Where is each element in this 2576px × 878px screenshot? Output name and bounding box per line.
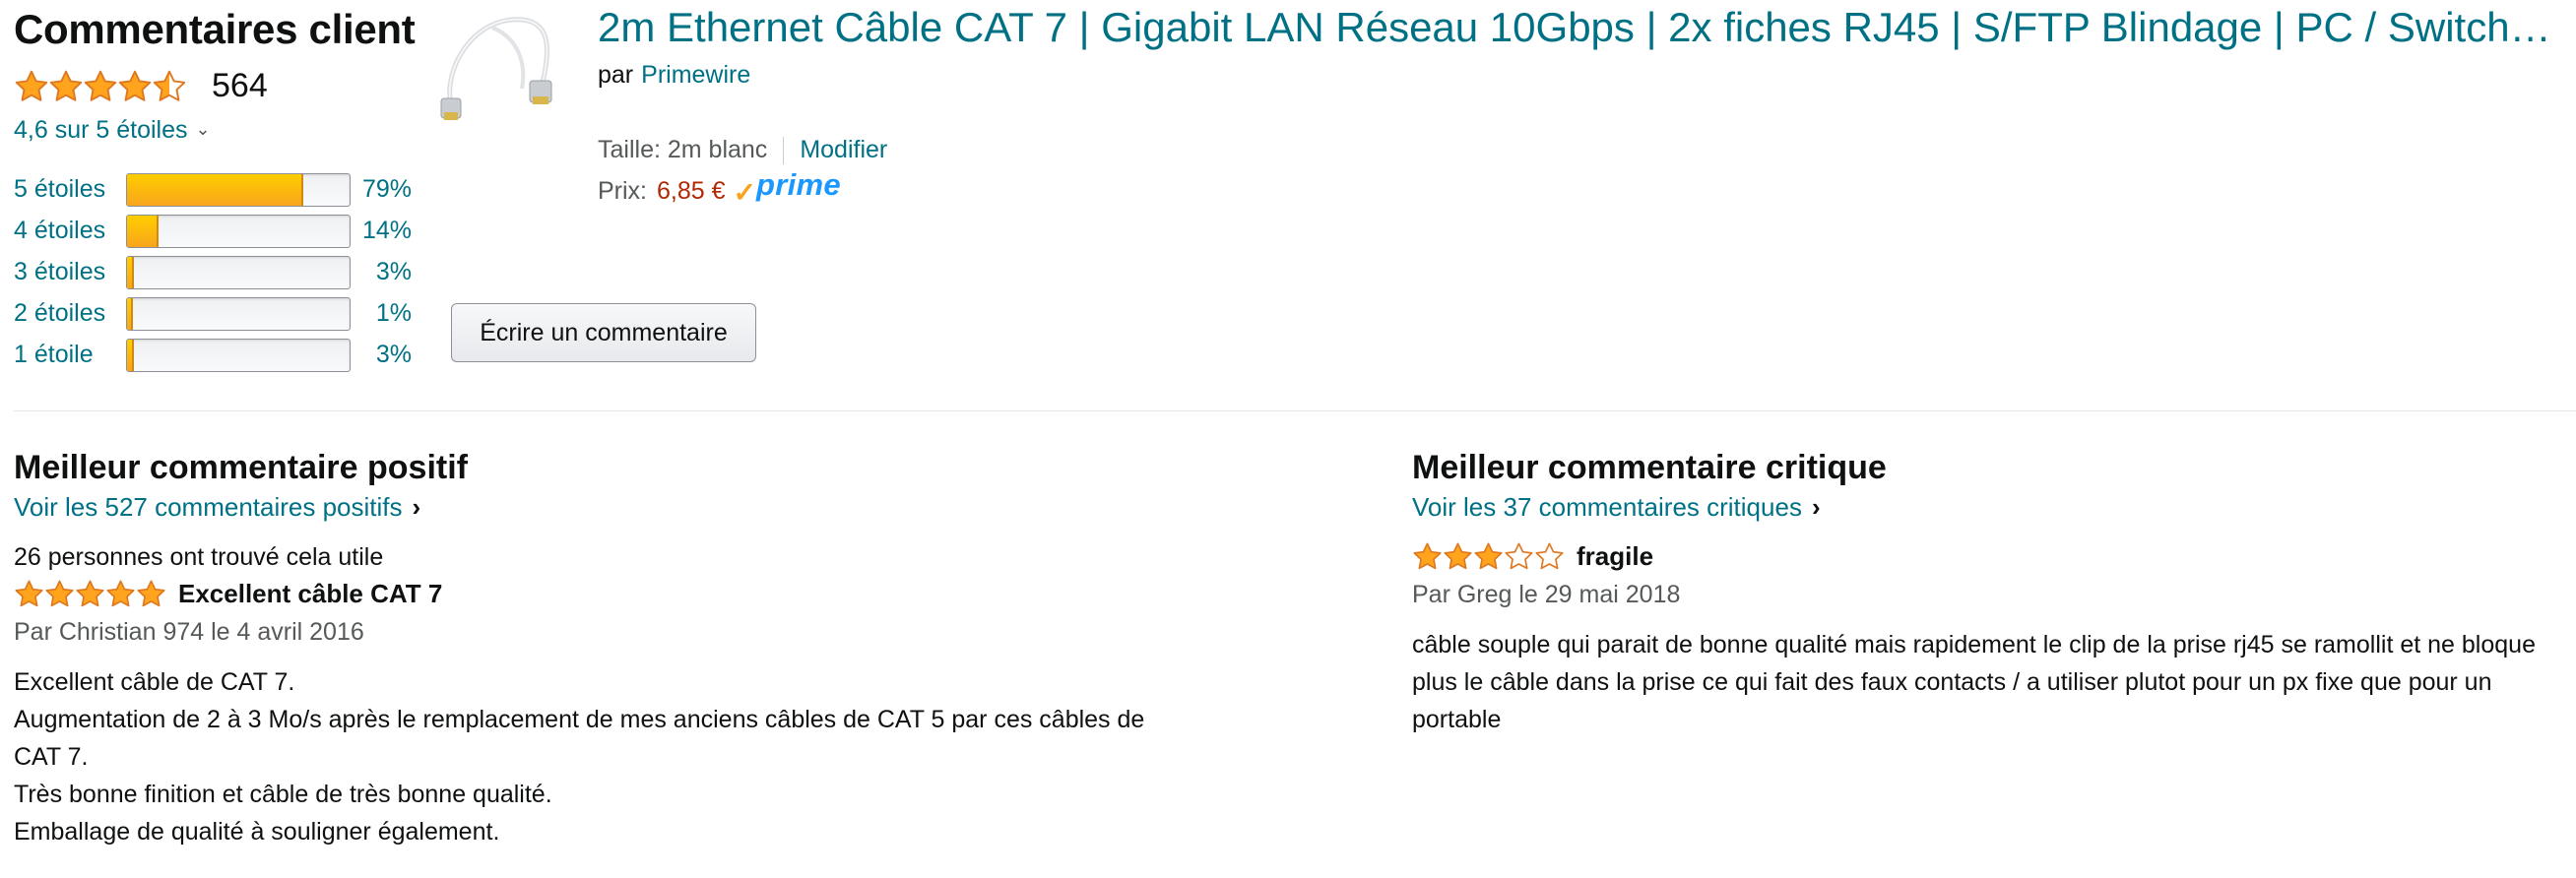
- star-full-icon: [15, 70, 48, 101]
- see-critical-reviews-link[interactable]: Voir les 37 commentaires critiques ›: [1412, 492, 1821, 523]
- star-full-icon: [49, 70, 83, 101]
- write-review-button[interactable]: Écrire un commentaire: [451, 303, 756, 362]
- star-full-icon: [45, 580, 74, 607]
- histogram-row-3[interactable]: 3 étoiles 3%: [14, 256, 412, 289]
- positive-review-byline: Par Christian 974 le 4 avril 2016: [14, 618, 364, 646]
- see-positive-reviews-text: Voir les 527 commentaires positifs: [14, 492, 403, 522]
- histogram-label: 1 étoile: [14, 341, 94, 368]
- star-empty-icon: [1535, 542, 1564, 570]
- histogram-fill: [127, 257, 134, 288]
- top-critical-review-heading: Meilleur commentaire critique: [1412, 449, 1887, 486]
- chevron-down-icon: ⌄: [195, 119, 211, 139]
- helpful-count: 26 personnes ont trouvé cela utile: [14, 543, 384, 571]
- see-critical-reviews-text: Voir les 37 commentaires critiques: [1412, 492, 1802, 522]
- histogram-percent: 1%: [375, 299, 412, 327]
- critical-review-headline: fragile: [1412, 541, 1653, 572]
- histogram-label: 4 étoiles: [14, 217, 106, 244]
- star-full-icon: [76, 580, 104, 607]
- modify-link[interactable]: Modifier: [800, 136, 887, 164]
- price-label: Prix:: [598, 176, 647, 205]
- star-full-icon: [1444, 542, 1472, 570]
- rating-summary-dropdown[interactable]: 4,6 sur 5 étoiles ⌄: [14, 116, 211, 145]
- star-full-icon: [84, 70, 117, 101]
- histogram-fill: [127, 216, 159, 247]
- star-full-icon: [1474, 542, 1503, 570]
- critical-review-title[interactable]: fragile: [1577, 541, 1653, 572]
- histogram-percent: 3%: [375, 258, 412, 285]
- by-prefix: par: [598, 61, 634, 89]
- product-title-link[interactable]: 2m Ethernet Câble CAT 7 | Gigabit LAN Ré…: [598, 4, 2562, 51]
- prime-check-icon: ✓: [733, 177, 756, 208]
- histogram-row-1[interactable]: 1 étoile 3%: [14, 339, 412, 372]
- arrow-right-icon: ›: [1811, 492, 1821, 522]
- histogram-label: 3 étoiles: [14, 258, 106, 285]
- prime-logo-text: prime: [755, 167, 841, 202]
- review-line: Très bonne finition et câble de très bon…: [14, 781, 552, 808]
- histogram-fill: [127, 340, 134, 371]
- histogram-row-2[interactable]: 2 étoiles 1%: [14, 297, 412, 331]
- histogram-fill: [127, 174, 303, 206]
- histogram-bar: [126, 215, 351, 248]
- positive-review-headline: Excellent câble CAT 7: [14, 579, 442, 609]
- review-line: Augmentation de 2 à 3 Mo/s après le remp…: [14, 706, 1145, 771]
- section-divider: [14, 410, 2576, 411]
- review-line: Emballage de qualité à souligner égaleme…: [14, 818, 500, 846]
- price-value: 6,85 €: [657, 176, 726, 205]
- star-full-icon: [1413, 542, 1442, 570]
- star-full-icon: [137, 580, 165, 607]
- histogram-bar: [126, 173, 351, 207]
- rating-summary-text: 4,6 sur 5 étoiles: [14, 116, 188, 144]
- brand-line: par Primewire: [598, 61, 750, 90]
- critical-review-body: câble souple qui parait de bonne qualité…: [1412, 631, 2536, 733]
- star-empty-icon: [1505, 542, 1533, 570]
- positive-review-body: Excellent câble de CAT 7. Augmentation d…: [14, 663, 1166, 850]
- histogram-label: 2 étoiles: [14, 299, 106, 327]
- star-full-icon: [15, 580, 43, 607]
- histogram-row-4[interactable]: 4 étoiles 14%: [14, 215, 412, 248]
- critical-review-stars: [1412, 541, 1565, 572]
- brand-link[interactable]: Primewire: [641, 61, 750, 89]
- star-half-icon: [153, 70, 186, 101]
- critical-review-byline: Par Greg le 29 mai 2018: [1412, 581, 1681, 608]
- star-full-icon: [118, 70, 152, 101]
- histogram-bar: [126, 297, 351, 331]
- histogram-percent: 3%: [375, 341, 412, 368]
- price-line: Prix: 6,85 € ✓ prime: [598, 167, 841, 209]
- average-rating-stars[interactable]: [14, 69, 186, 104]
- product-thumbnail[interactable]: [433, 8, 561, 126]
- histogram-bar: [126, 339, 351, 372]
- histogram-row-5[interactable]: 5 étoiles 79%: [14, 173, 412, 207]
- histogram-label: 5 étoiles: [14, 175, 106, 203]
- variant-size: Taille: 2m blanc: [598, 136, 768, 163]
- total-ratings-count: 564: [212, 67, 268, 104]
- prime-badge: ✓ prime: [733, 167, 841, 209]
- arrow-right-icon: ›: [412, 492, 421, 522]
- histogram-percent: 14%: [361, 217, 412, 244]
- separator: [783, 136, 785, 164]
- variant-line: Taille: 2m blanc Modifier: [598, 136, 887, 164]
- histogram-bar: [126, 256, 351, 289]
- see-positive-reviews-link[interactable]: Voir les 527 commentaires positifs ›: [14, 492, 420, 523]
- review-line: Excellent câble de CAT 7.: [14, 668, 295, 696]
- top-positive-review-heading: Meilleur commentaire positif: [14, 449, 468, 486]
- customer-reviews-title: Commentaires client: [14, 6, 416, 52]
- histogram-fill: [127, 298, 133, 330]
- positive-review-stars: [14, 579, 166, 609]
- histogram-percent: 79%: [361, 175, 412, 203]
- star-full-icon: [106, 580, 135, 607]
- positive-review-title[interactable]: Excellent câble CAT 7: [178, 579, 442, 609]
